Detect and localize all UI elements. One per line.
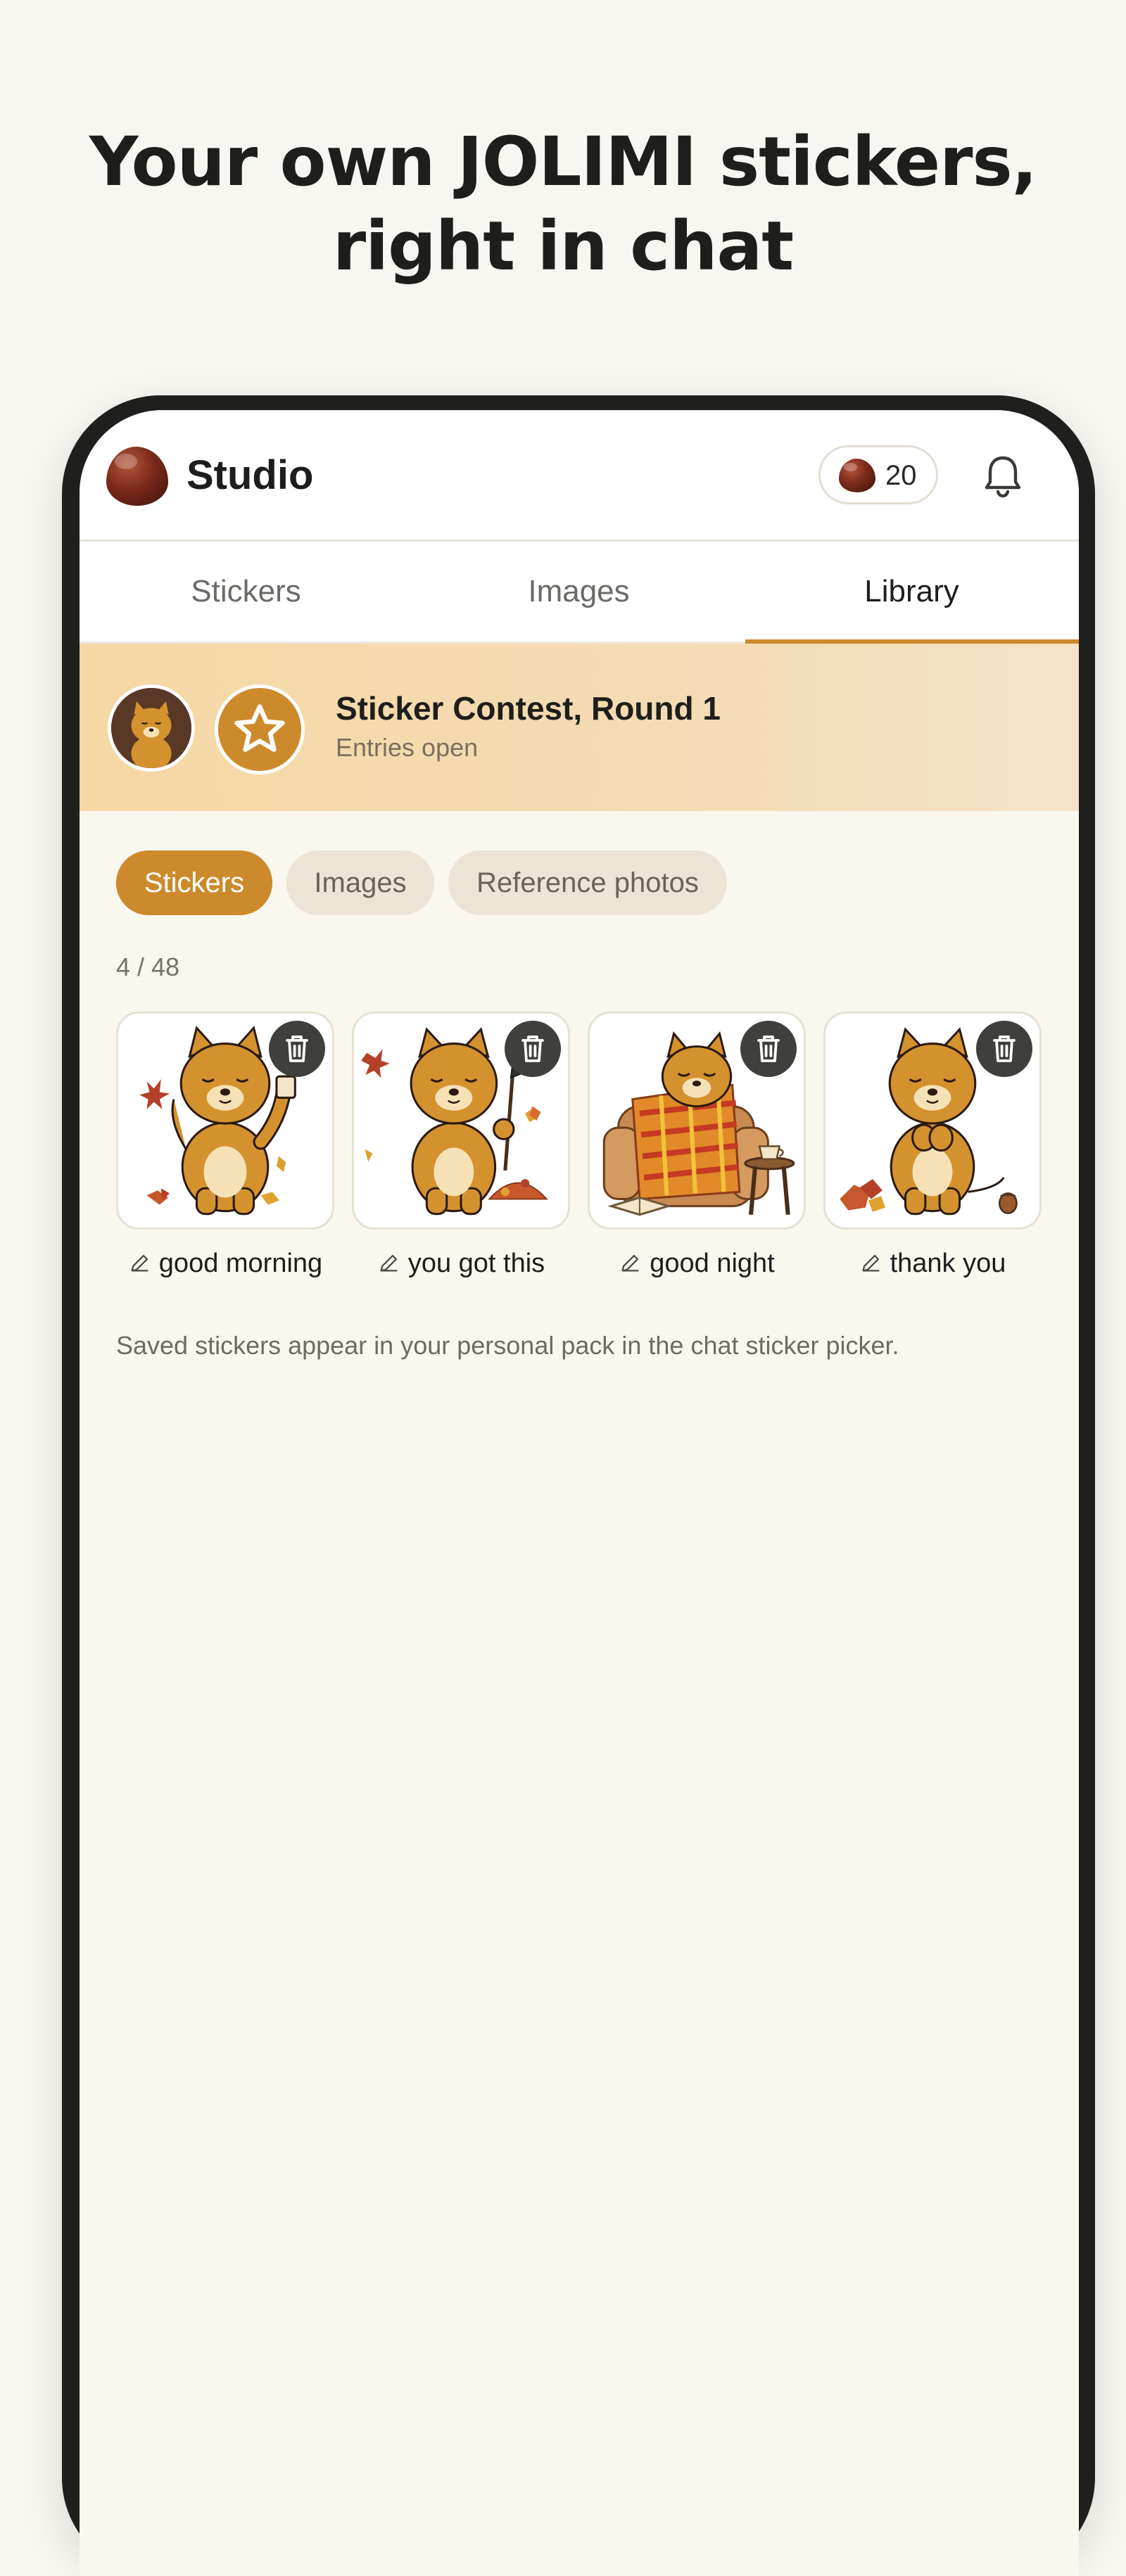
app-bar: Studio 20 xyxy=(80,410,1079,542)
contest-title: Sticker Contest, Round 1 xyxy=(336,690,721,727)
sticker-caption[interactable]: good night xyxy=(588,1246,806,1281)
trash-icon[interactable] xyxy=(976,1021,1032,1077)
coin-balance[interactable]: 20 xyxy=(818,445,938,504)
sticker-card[interactable] xyxy=(823,1012,1042,1230)
pencil-icon xyxy=(131,1254,148,1272)
sticker-caption-text: you got this xyxy=(407,1249,545,1278)
trash-icon[interactable] xyxy=(269,1021,325,1077)
page-title: Studio xyxy=(186,452,314,498)
app-screen: Studio 20 Stickers Images Library Sticke… xyxy=(80,410,1079,2576)
contest-banner[interactable]: Sticker Contest, Round 1 Entries open xyxy=(80,644,1079,811)
tab-images[interactable]: Images xyxy=(412,542,745,642)
avatar xyxy=(108,684,195,772)
sticker-card[interactable] xyxy=(588,1012,806,1230)
coin-count: 20 xyxy=(885,460,917,491)
star-icon xyxy=(215,684,305,774)
headline: Your own JOLIMI stickers, right in chat xyxy=(0,120,1126,288)
sticker-caption[interactable]: you got this xyxy=(352,1246,570,1281)
sticker-caption[interactable]: good morning xyxy=(116,1246,334,1281)
sticker-caption-text: thank you xyxy=(890,1249,1006,1278)
filter-chip-reference-photos[interactable]: Reference photos xyxy=(448,850,727,915)
sticker-caption-text: good night xyxy=(650,1249,775,1278)
headline-line-2: right in chat xyxy=(332,207,794,286)
tab-bar: Stickers Images Library xyxy=(80,542,1079,644)
tab-stickers[interactable]: Stickers xyxy=(80,542,412,642)
sticker-count: 4 / 48 xyxy=(116,952,180,981)
pencil-icon xyxy=(862,1254,879,1272)
headline-line-1: Your own JOLIMI stickers, xyxy=(89,122,1037,201)
contest-status: Entries open xyxy=(336,733,479,762)
chestnut-icon xyxy=(106,447,168,506)
pencil-icon xyxy=(380,1254,398,1272)
library-note: Saved stickers appear in your personal p… xyxy=(116,1331,899,1360)
chestnut-coin-icon xyxy=(839,459,875,492)
sticker-card[interactable] xyxy=(116,1012,334,1230)
sticker-caption-text: good morning xyxy=(158,1249,323,1278)
bell-icon[interactable] xyxy=(975,448,1031,504)
trash-icon[interactable] xyxy=(505,1021,561,1077)
sticker-card[interactable] xyxy=(352,1012,570,1230)
sticker-caption[interactable]: thank you xyxy=(823,1246,1042,1281)
filter-chip-stickers[interactable]: Stickers xyxy=(116,850,272,915)
trash-icon[interactable] xyxy=(740,1021,797,1077)
pencil-icon xyxy=(621,1254,639,1272)
tab-library[interactable]: Library xyxy=(745,542,1078,642)
filter-chip-images[interactable]: Images xyxy=(286,850,434,915)
